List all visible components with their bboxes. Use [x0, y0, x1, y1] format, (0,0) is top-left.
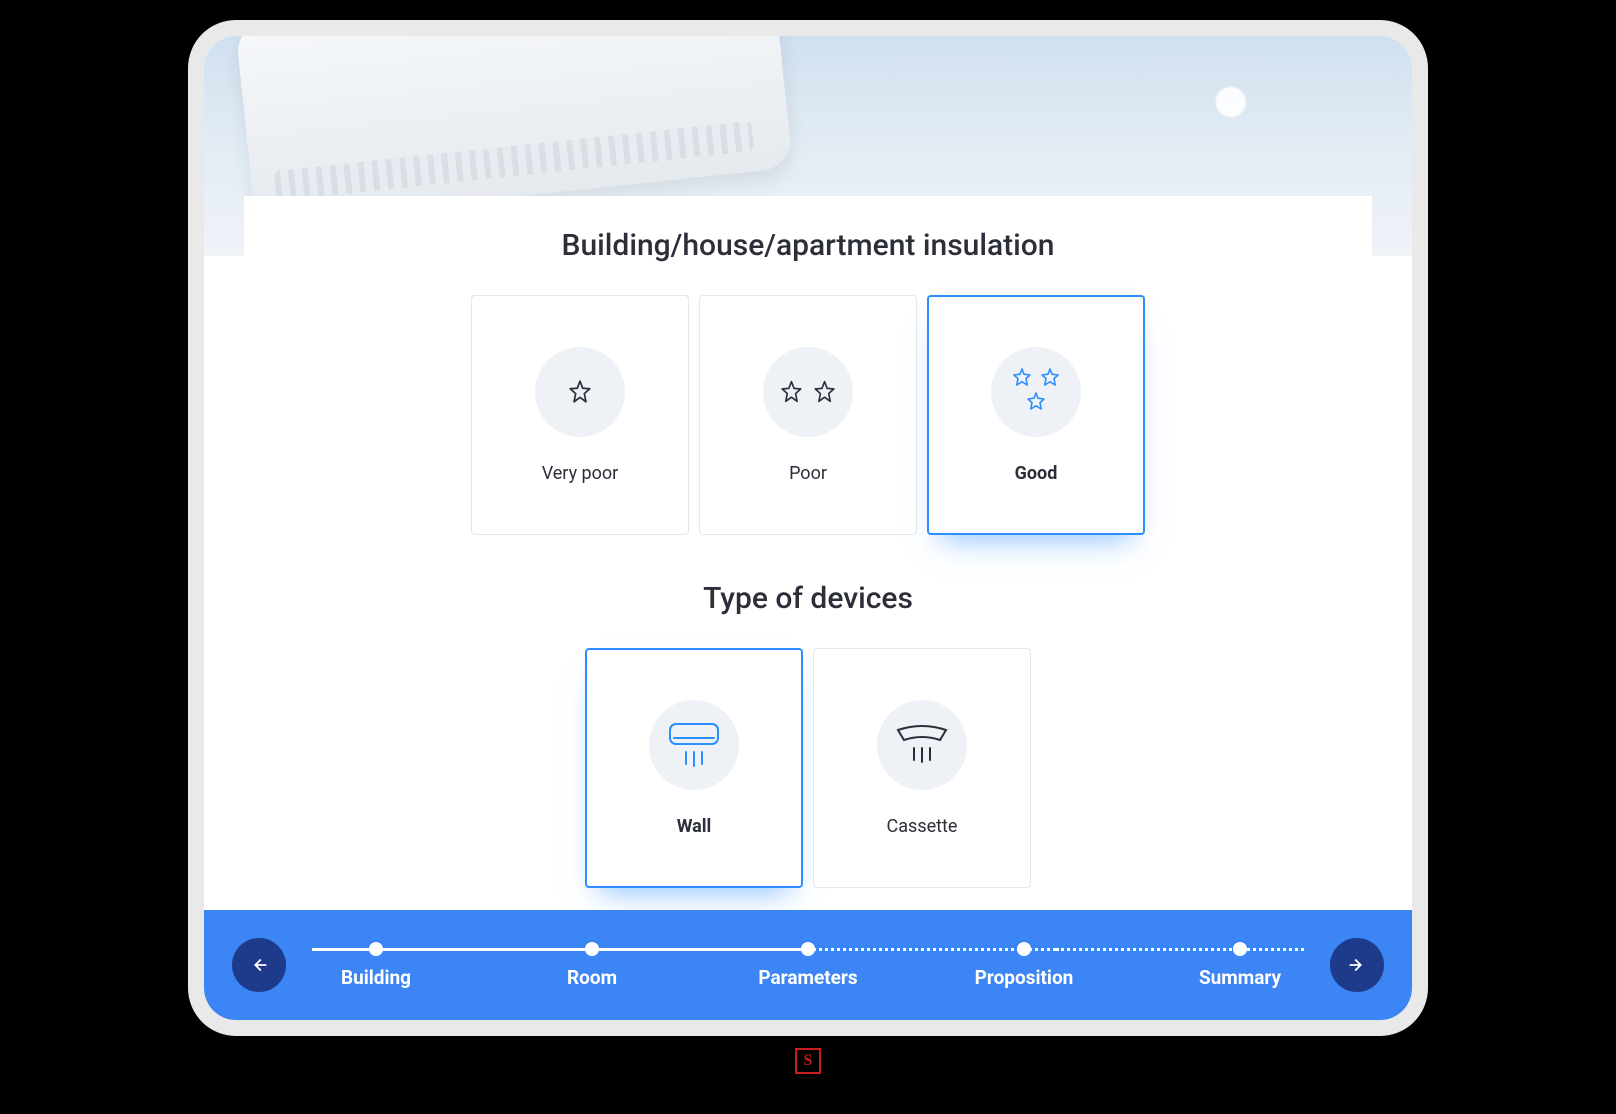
- step-label: Building: [341, 966, 411, 989]
- step-building[interactable]: Building: [306, 942, 446, 989]
- section-title-device-type: Type of devices: [703, 581, 913, 616]
- step-dot: [801, 942, 815, 956]
- option-label: Cassette: [887, 816, 958, 837]
- device-option-wall[interactable]: Wall: [585, 648, 803, 888]
- step-dot: [1233, 942, 1247, 956]
- device-option-cassette[interactable]: Cassette: [813, 648, 1031, 888]
- step-label: Room: [567, 966, 617, 989]
- step-parameters[interactable]: Parameters: [738, 942, 878, 989]
- next-button[interactable]: [1330, 938, 1384, 992]
- star-icon: [535, 347, 625, 437]
- star-icon: [991, 347, 1081, 437]
- step-label: Summary: [1199, 966, 1281, 989]
- insulation-option-poor[interactable]: Poor: [699, 295, 917, 535]
- section-title-insulation: Building/house/apartment insulation: [562, 228, 1055, 263]
- wall-ac-icon: [649, 700, 739, 790]
- arrow-left-icon: [248, 954, 270, 976]
- step-label: Parameters: [758, 966, 857, 989]
- steps-track: Building Room Parameters Proposition Sum…: [306, 938, 1310, 992]
- insulation-options: Very poor Poor: [471, 295, 1145, 535]
- option-label: Poor: [789, 463, 827, 484]
- device-type-options: Wall Cassette: [585, 648, 1031, 888]
- step-label: Proposition: [975, 966, 1074, 989]
- step-dot: [585, 942, 599, 956]
- stepper-bar: Building Room Parameters Proposition Sum…: [204, 910, 1412, 1020]
- cassette-ac-icon: [877, 700, 967, 790]
- step-room[interactable]: Room: [522, 942, 662, 989]
- step-dot: [369, 942, 383, 956]
- insulation-option-very-poor[interactable]: Very poor: [471, 295, 689, 535]
- star-icon: [763, 347, 853, 437]
- option-label: Very poor: [542, 463, 619, 484]
- step-proposition[interactable]: Proposition: [954, 942, 1094, 989]
- arrow-right-icon: [1346, 954, 1368, 976]
- insulation-option-good[interactable]: Good: [927, 295, 1145, 535]
- prev-button[interactable]: [232, 938, 286, 992]
- step-dot: [1017, 942, 1031, 956]
- step-summary[interactable]: Summary: [1170, 942, 1310, 989]
- option-label: Wall: [677, 816, 712, 837]
- tablet-frame: Building/house/apartment insulation Very…: [188, 20, 1428, 1036]
- brand-mark: S: [795, 1048, 821, 1074]
- content-panel: Building/house/apartment insulation Very…: [244, 196, 1372, 910]
- option-label: Good: [1015, 463, 1058, 484]
